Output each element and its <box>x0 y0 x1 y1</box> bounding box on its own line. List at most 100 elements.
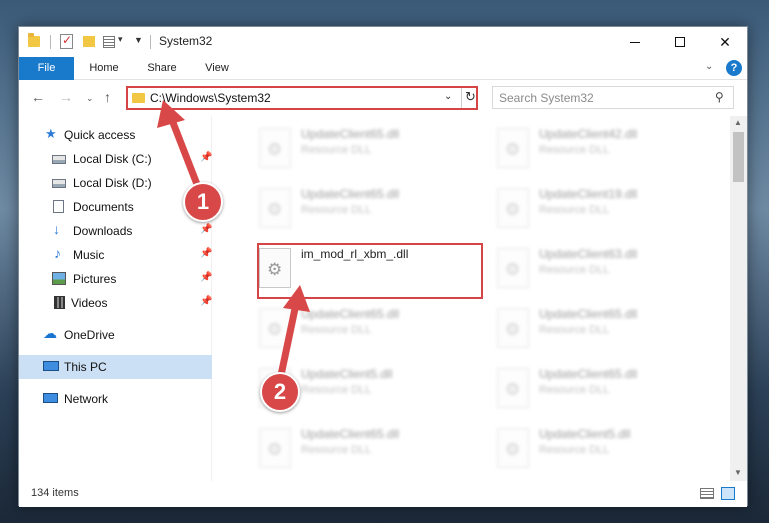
maximize-button[interactable] <box>657 27 703 57</box>
file-item[interactable]: UpdateClient19.dll Resource DLL <box>487 180 717 236</box>
this-pc-icon <box>43 361 59 371</box>
search-placeholder: Search System32 <box>499 91 594 105</box>
pin-icon: 📌 <box>200 248 213 259</box>
maximize-icon <box>675 37 685 47</box>
file-name: UpdateClient63.dll <box>539 247 638 261</box>
sidebar-item-label: Documents <box>73 200 134 214</box>
navigation-pane: ★ Quick access Local Disk (C:) 📌 Local D… <box>19 116 212 481</box>
file-item[interactable]: UpdateClient65.dll Resource DLL <box>249 180 479 236</box>
chevron-down-icon[interactable]: ⌄ <box>444 91 452 102</box>
divider <box>150 35 151 49</box>
sidebar-item-quick-access[interactable]: ★ Quick access <box>19 123 212 147</box>
explorer-window: ▾ ▼ System32 ✕ File Home Share View ⌄ ? … <box>18 26 748 507</box>
file-type: Resource DLL <box>539 324 610 336</box>
tab-share[interactable]: Share <box>137 57 187 80</box>
properties-check-icon[interactable] <box>60 33 73 49</box>
dll-file-icon <box>497 308 529 348</box>
expand-ribbon-icon[interactable]: ⌄ <box>705 61 713 72</box>
file-type: Resource DLL <box>539 144 610 156</box>
sidebar-item-local-disk-d[interactable]: Local Disk (D:) <box>19 171 212 195</box>
file-name: UpdateClient65.dll <box>301 187 400 201</box>
step-badge-2: 2 <box>260 372 300 412</box>
close-button[interactable]: ✕ <box>702 27 748 57</box>
scroll-down-icon[interactable]: ▼ <box>734 468 742 477</box>
tab-file[interactable]: File <box>19 57 74 80</box>
file-type: Resource DLL <box>539 204 610 216</box>
divider <box>50 35 51 49</box>
search-icon[interactable]: ⚲ <box>715 90 724 104</box>
star-icon: ★ <box>45 126 57 141</box>
file-name: UpdateClient5.dll <box>301 367 393 381</box>
drive-icon <box>52 179 66 188</box>
file-item[interactable]: UpdateClient5.dll Resource DLL <box>487 420 717 476</box>
sidebar-item-network[interactable]: Network <box>19 387 212 411</box>
sidebar-item-label: Pictures <box>73 272 117 286</box>
dll-file-icon <box>259 308 291 348</box>
vertical-scrollbar[interactable]: ▲ ▼ <box>730 116 747 481</box>
dll-file-icon <box>497 248 529 288</box>
dll-file-icon <box>497 188 529 228</box>
scroll-up-icon[interactable]: ▲ <box>734 118 742 127</box>
file-type: Resource DLL <box>539 264 610 276</box>
pin-icon: 📌 <box>200 272 213 283</box>
file-type: Resource DLL <box>301 324 372 336</box>
dll-file-icon <box>259 428 291 468</box>
folder-icon[interactable] <box>28 33 40 47</box>
recent-locations-button[interactable]: ⌄ <box>86 93 94 104</box>
dll-file-icon <box>259 188 291 228</box>
sidebar-item-local-disk-c[interactable]: Local Disk (C:) 📌 <box>19 147 212 171</box>
sidebar-item-downloads[interactable]: ↓ Downloads 📌 <box>19 219 212 243</box>
dll-file-icon <box>497 368 529 408</box>
title-bar: ▾ ▼ System32 ✕ <box>19 27 747 57</box>
tab-view[interactable]: View <box>194 57 240 80</box>
new-folder-icon[interactable] <box>83 36 95 47</box>
properties-icon[interactable] <box>103 36 115 48</box>
up-button[interactable]: ↑ <box>104 89 111 105</box>
sidebar-item-pictures[interactable]: Pictures 📌 <box>19 267 212 291</box>
file-item[interactable]: UpdateClient63.dll Resource DLL <box>487 240 717 296</box>
file-type: Resource DLL <box>301 384 372 396</box>
search-input[interactable]: Search System32 ⚲ <box>492 86 734 109</box>
file-item[interactable]: UpdateClient42.dll Resource DLL <box>487 120 717 176</box>
sidebar-item-onedrive[interactable]: ☁ OneDrive <box>19 323 212 347</box>
file-name: UpdateClient65.dll <box>539 307 638 321</box>
file-item[interactable]: UpdateClient65.dll Resource DLL <box>487 300 717 356</box>
file-item[interactable]: UpdateClient65.dll Resource DLL <box>487 360 717 416</box>
scroll-thumb[interactable] <box>733 132 744 182</box>
sidebar-item-videos[interactable]: Videos 📌 <box>19 291 212 315</box>
address-bar[interactable]: C:\Windows\System32 ⌄ ↻ <box>126 86 478 110</box>
back-button[interactable]: ← <box>31 89 45 105</box>
sidebar-item-label: Downloads <box>73 224 133 238</box>
sidebar-item-label: Network <box>64 392 109 406</box>
sidebar-item-label: This PC <box>64 360 107 374</box>
file-name: UpdateClient65.dll <box>301 127 400 141</box>
file-name: UpdateClient65.dll <box>301 427 400 441</box>
file-type: Resource DLL <box>301 444 372 456</box>
address-path[interactable]: C:\Windows\System32 <box>150 91 271 105</box>
sidebar-item-label: Local Disk (C:) <box>73 152 152 166</box>
tab-home[interactable]: Home <box>79 57 129 80</box>
chevron-down-icon[interactable]: ▾ <box>118 34 123 45</box>
file-type: Resource DLL <box>301 204 372 216</box>
divider <box>461 88 462 108</box>
file-item[interactable]: UpdateClient65.dll Resource DLL <box>249 420 479 476</box>
file-name: UpdateClient65.dll <box>301 307 400 321</box>
help-icon[interactable]: ? <box>726 60 742 76</box>
customize-toolbar-icon[interactable]: ▼ <box>134 35 143 45</box>
ribbon-tabs: File Home Share View ⌄ ? <box>19 57 747 80</box>
large-icons-view-icon[interactable] <box>721 487 735 500</box>
refresh-icon[interactable]: ↻ <box>465 89 476 105</box>
details-view-icon[interactable] <box>700 488 714 499</box>
music-icon: ♪ <box>54 245 61 261</box>
sidebar-item-music[interactable]: ♪ Music 📌 <box>19 243 212 267</box>
file-item[interactable]: UpdateClient65.dll Resource DLL <box>249 300 479 356</box>
status-bar: 134 items <box>19 481 747 507</box>
item-count: 134 items <box>31 487 79 499</box>
step-badge-1: 1 <box>183 182 223 222</box>
file-item[interactable]: UpdateClient65.dll Resource DLL <box>249 120 479 176</box>
file-list: UpdateClient65.dll Resource DLL UpdateCl… <box>213 116 729 481</box>
forward-button[interactable]: → <box>59 89 73 105</box>
minimize-button[interactable] <box>612 27 658 57</box>
sidebar-item-this-pc[interactable]: This PC <box>19 355 212 379</box>
navigation-bar: ← → ⌄ ↑ C:\Windows\System32 ⌄ ↻ Search S… <box>19 80 747 116</box>
